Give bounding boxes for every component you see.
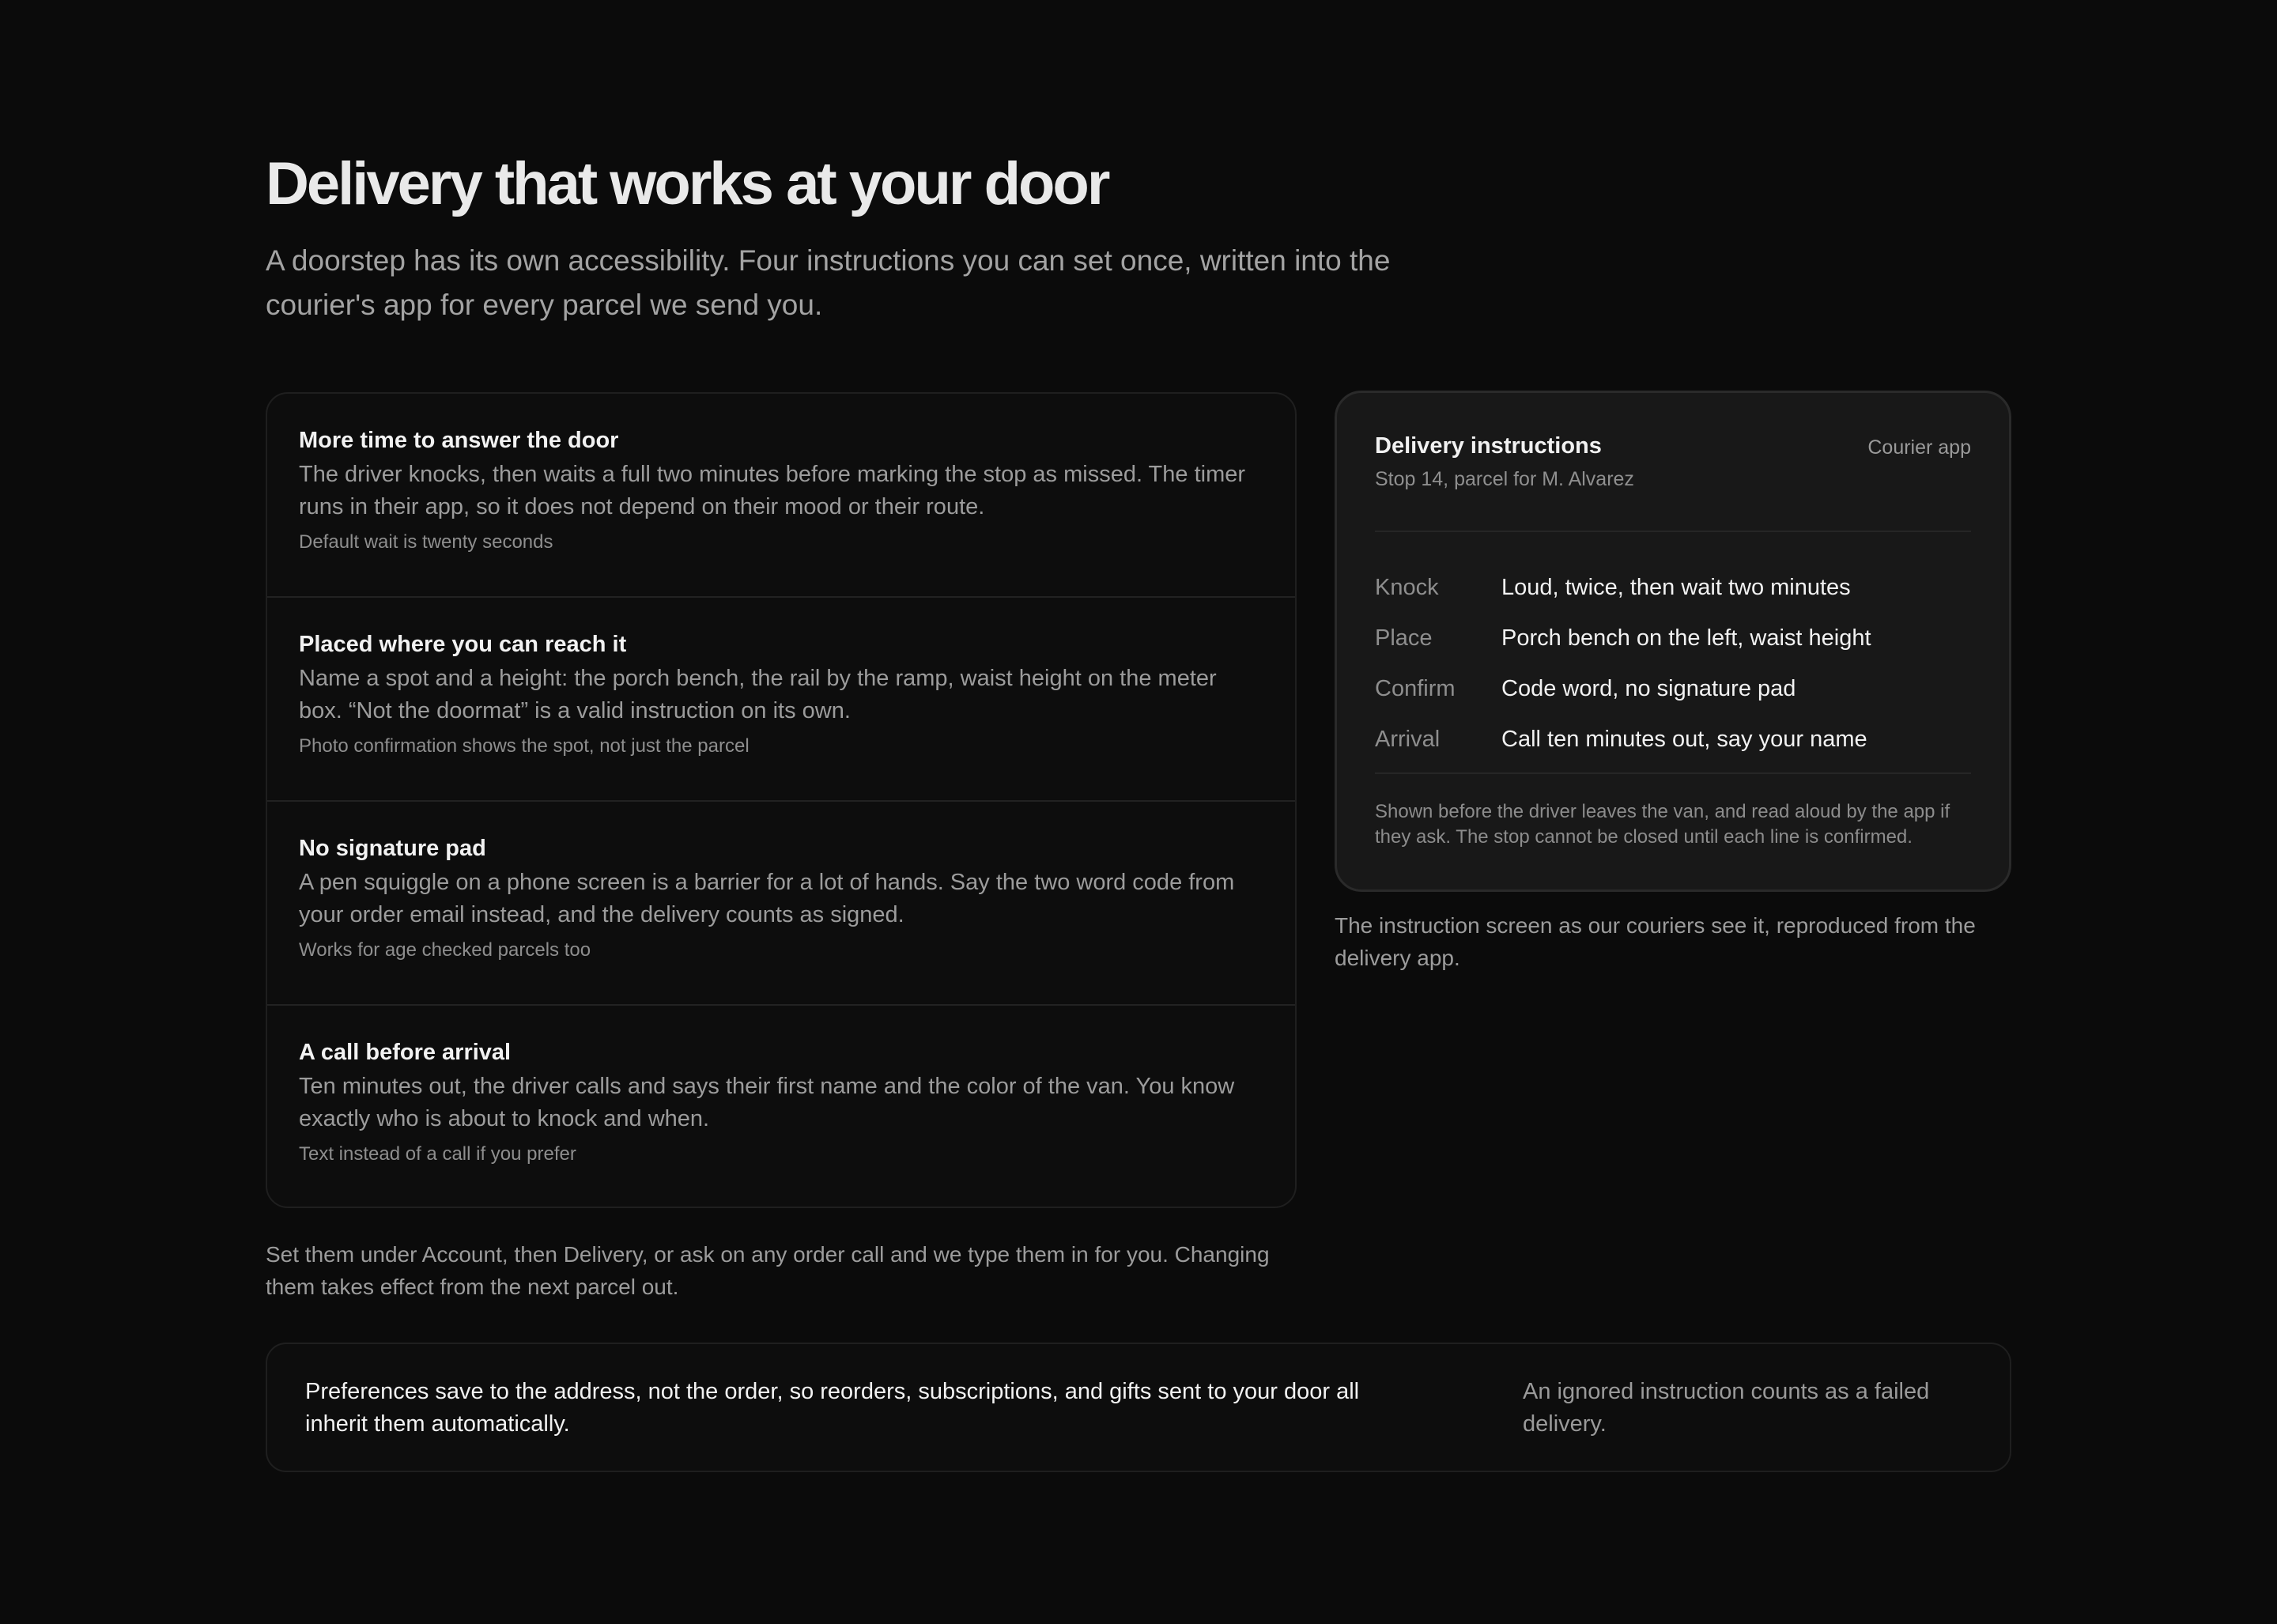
feature-item-call-before-arrival: A call before arrival Ten minutes out, t… <box>267 1006 1295 1207</box>
feature-item-placement: Placed where you can reach it Name a spo… <box>267 598 1295 802</box>
instruction-label: Place <box>1375 625 1433 651</box>
feature-title: No signature pad <box>299 836 486 861</box>
feature-title: More time to answer the door <box>299 428 619 453</box>
feature-description: A pen squiggle on a phone screen is a ba… <box>299 870 1235 927</box>
feature-note: Photo confirmation shows the spot, not j… <box>299 735 750 757</box>
feature-description: Ten minutes out, the driver calls and sa… <box>299 1074 1235 1131</box>
feature-note: Default wait is twenty seconds <box>299 531 553 553</box>
banner-main-text: Preferences save to the address, not the… <box>305 1379 1360 1437</box>
instruction-label: Arrival <box>1375 726 1441 752</box>
instruction-row-arrival: Arrival Call ten minutes out, say your n… <box>1375 714 1971 765</box>
feature-title: Placed where you can reach it <box>299 632 627 657</box>
instruction-list: Knock Loud, twice, then wait two minutes… <box>1375 532 1971 774</box>
app-card-footer: Shown before the driver leaves the van, … <box>1375 801 1950 848</box>
feature-title: A call before arrival <box>299 1040 512 1065</box>
banner-side-text: An ignored instruction counts as a faile… <box>1523 1379 1930 1437</box>
feature-item-wait-time: More time to answer the door The driver … <box>267 394 1295 598</box>
instruction-value: Porch bench on the left, waist height <box>1501 625 1871 651</box>
page-subtitle: A doorstep has its own accessibility. Fo… <box>266 244 1391 321</box>
feature-list: More time to answer the door The driver … <box>266 392 1297 1208</box>
instruction-row-confirm: Confirm Code word, no signature pad <box>1375 663 1971 714</box>
instruction-label: Confirm <box>1375 675 1456 701</box>
app-card-header: Delivery instructions Courier app Stop 1… <box>1375 393 1971 532</box>
app-card-tag: Courier app <box>1867 436 1971 459</box>
feature-item-no-signature: No signature pad A pen squiggle on a pho… <box>267 802 1295 1006</box>
instruction-value: Code word, no signature pad <box>1501 675 1796 701</box>
app-card-caption: The instruction screen as our couriers s… <box>1335 913 1976 970</box>
instruction-label: Knock <box>1375 574 1439 600</box>
info-banner: Preferences save to the address, not the… <box>266 1343 2011 1472</box>
feature-description: The driver knocks, then waits a full two… <box>299 462 1246 519</box>
feature-description: Name a spot and a height: the porch benc… <box>299 666 1217 723</box>
feature-note: Works for age checked parcels too <box>299 939 591 961</box>
page-title: Delivery that works at your door <box>266 150 1110 217</box>
settings-hint: Set them under Account, then Delivery, o… <box>266 1242 1270 1299</box>
app-card-subtitle: Stop 14, parcel for M. Alvarez <box>1375 468 1634 490</box>
instruction-value: Call ten minutes out, say your name <box>1501 726 1867 752</box>
feature-note: Text instead of a call if you prefer <box>299 1143 576 1165</box>
courier-app-preview: Delivery instructions Courier app Stop 1… <box>1335 391 2011 892</box>
app-card-title: Delivery instructions <box>1375 433 1602 459</box>
instruction-row-place: Place Porch bench on the left, waist hei… <box>1375 613 1971 663</box>
instruction-value: Loud, twice, then wait two minutes <box>1501 574 1851 600</box>
instruction-row-knock: Knock Loud, twice, then wait two minutes <box>1375 562 1971 613</box>
